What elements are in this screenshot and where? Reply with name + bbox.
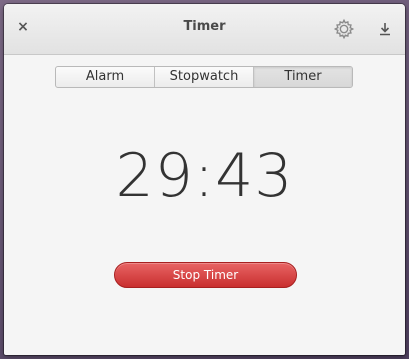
tab-stopwatch[interactable]: Stopwatch bbox=[155, 67, 254, 87]
app-window: × Timer Alarm Stopwatch Timer 29:43 Stop… bbox=[4, 4, 405, 355]
gear-icon[interactable] bbox=[333, 18, 355, 40]
tab-timer[interactable]: Timer bbox=[254, 67, 352, 87]
titlebar: × Timer bbox=[4, 4, 405, 55]
timer-display: 29:43 bbox=[115, 141, 294, 211]
stop-timer-button[interactable]: Stop Timer bbox=[114, 262, 297, 288]
download-icon[interactable] bbox=[379, 22, 391, 36]
tab-alarm[interactable]: Alarm bbox=[56, 67, 155, 87]
mode-switcher: Alarm Stopwatch Timer bbox=[55, 66, 353, 88]
